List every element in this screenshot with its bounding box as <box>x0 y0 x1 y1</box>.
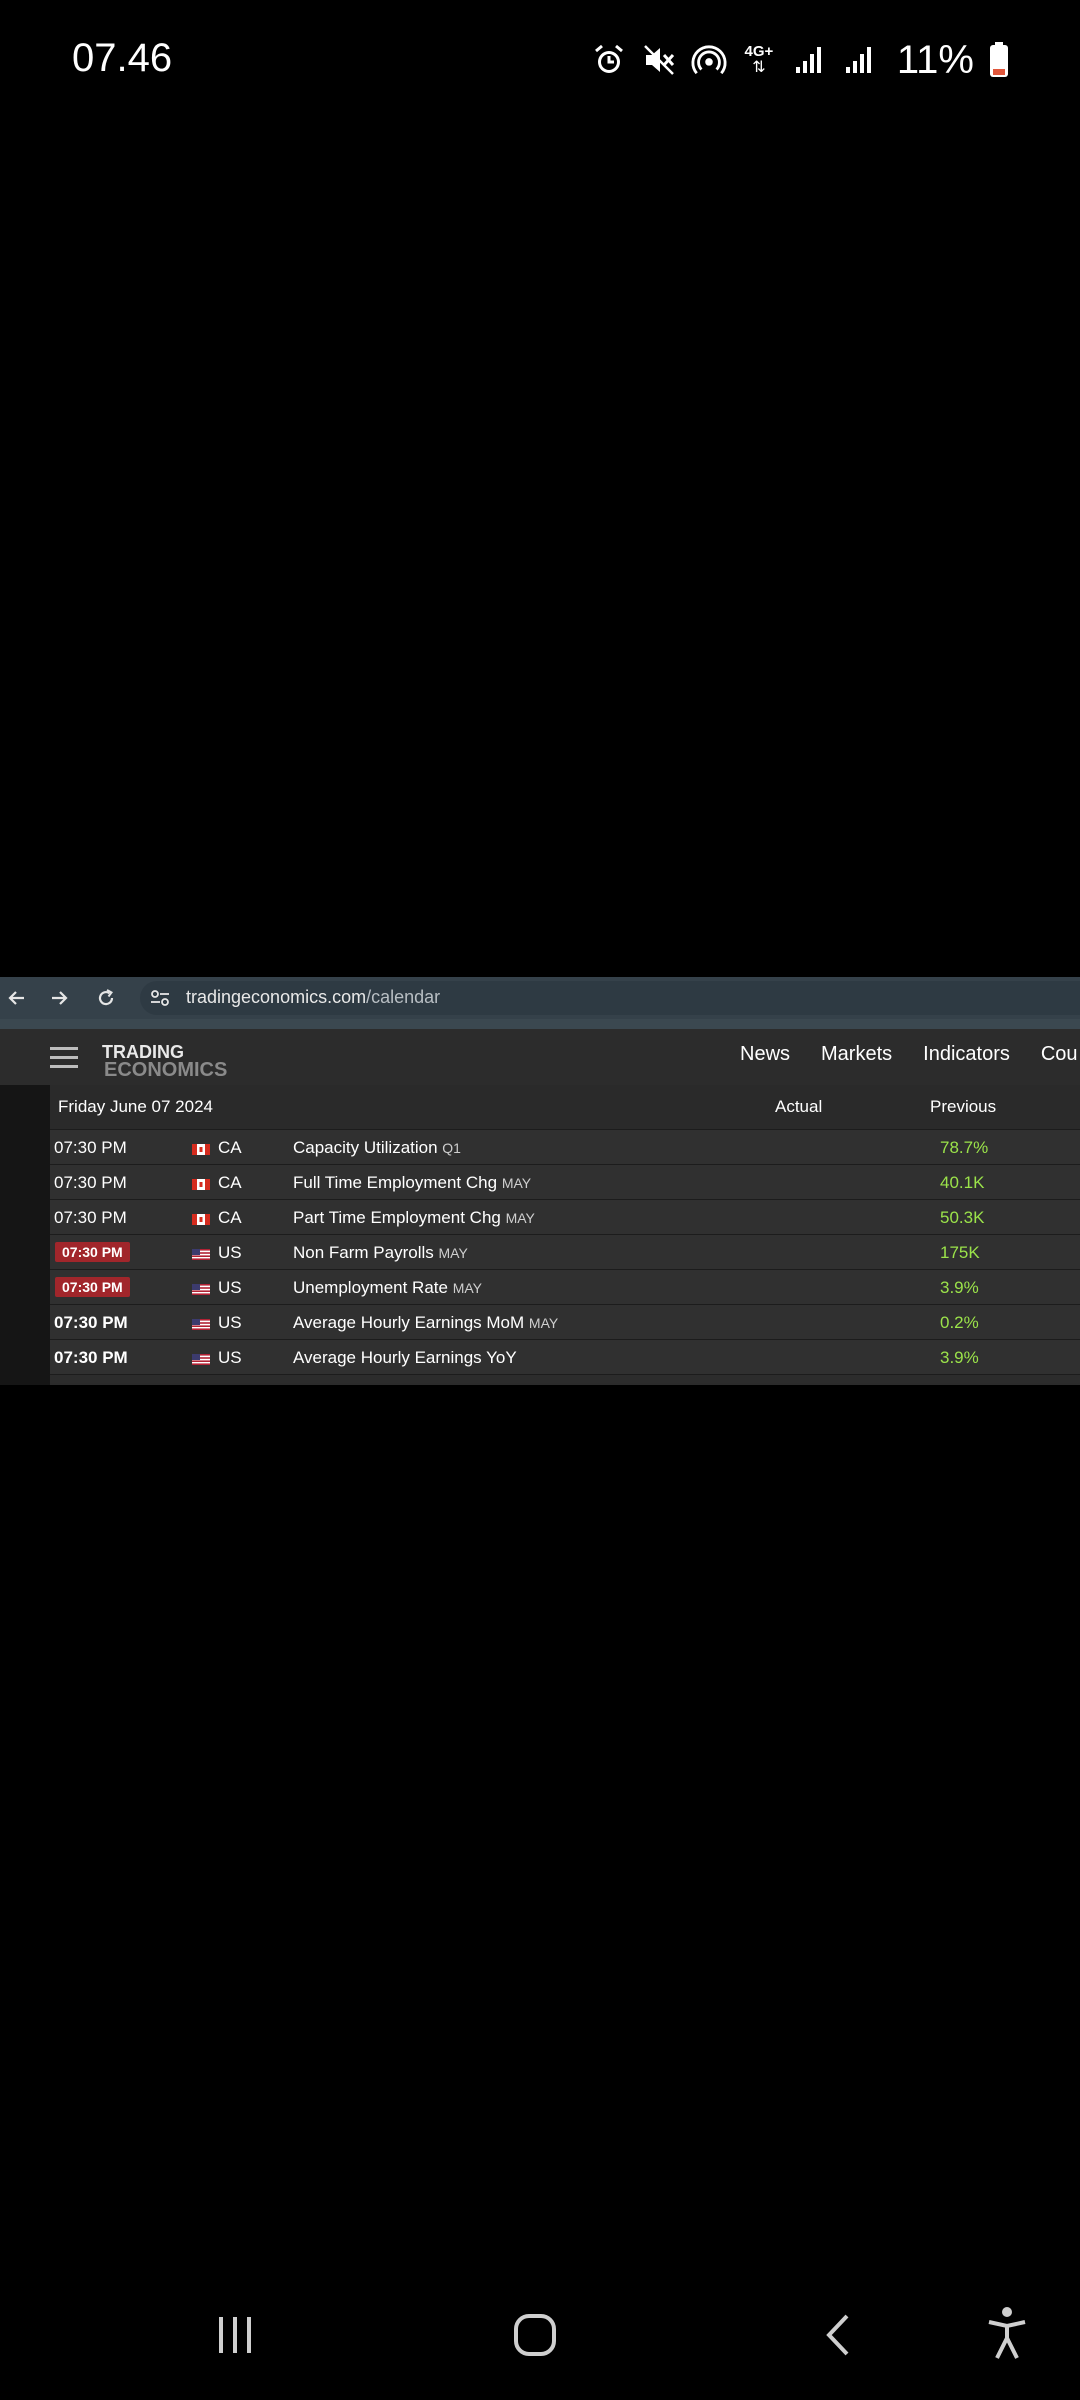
site-settings-icon[interactable] <box>146 984 174 1012</box>
event-name[interactable]: Capacity Utilization Q1 <box>293 1138 461 1158</box>
flag-us-icon <box>192 1282 210 1295</box>
battery-icon <box>988 40 1010 80</box>
event-time: 07:30 PM <box>54 1138 127 1157</box>
event-title: Capacity Utilization <box>293 1138 438 1157</box>
flag-us-icon <box>192 1317 210 1330</box>
event-time: 07:30 PM <box>54 1173 127 1192</box>
event-country: US <box>218 1278 242 1297</box>
event-title: Part Time Employment Chg <box>293 1208 501 1227</box>
event-previous: 175K <box>940 1243 980 1262</box>
battery-percent: 11% <box>896 37 974 82</box>
event-previous: 78.7% <box>940 1138 989 1157</box>
event-name[interactable]: Non Farm Payrolls MAY <box>293 1243 468 1263</box>
table-row[interactable]: 07:30 PM US Non Farm Payrolls MAY 175K <box>50 1234 1080 1269</box>
column-previous: Previous <box>930 1097 997 1116</box>
signal-icon-2 <box>841 40 877 80</box>
event-time: 07:30 PM <box>54 1208 127 1227</box>
table-row[interactable]: 07:30 PM US Average Hourly Earnings YoY 3.… <box>50 1339 1080 1374</box>
navigation-bar <box>0 2270 1080 2400</box>
event-reference: MAY <box>528 1315 559 1331</box>
event-country: CA <box>218 1208 242 1227</box>
event-time: 07:30 PM <box>55 1242 130 1262</box>
calendar-date: Friday June 07 2024 <box>58 1097 213 1116</box>
flag-us-icon <box>192 1352 210 1365</box>
event-country: CA <box>218 1138 242 1157</box>
network-4g-icon: 4G+ ⇅ <box>744 42 774 76</box>
reload-icon[interactable] <box>91 983 121 1013</box>
site-logo[interactable]: TRADING ECONOMICS <box>102 1043 228 1081</box>
menu-icon[interactable] <box>50 1047 78 1069</box>
event-name[interactable]: Part Time Employment Chg MAY <box>293 1208 535 1228</box>
back-icon[interactable] <box>1 983 31 1013</box>
event-country: US <box>218 1348 242 1367</box>
signal-icon-1 <box>791 40 827 80</box>
browser-toolbar: tradingeconomics.com/calendar <box>0 977 1080 1019</box>
alarm-icon <box>591 40 627 80</box>
event-reference: MAY <box>501 1175 532 1191</box>
status-time: 07.46 <box>72 36 173 80</box>
accessibility-icon[interactable] <box>982 2306 1032 2360</box>
event-previous: 50.3K <box>940 1208 985 1227</box>
toolbar-divider <box>0 1019 1080 1029</box>
event-previous: 40.1K <box>940 1173 985 1192</box>
event-title: Non Farm Payrolls <box>293 1243 434 1262</box>
table-row[interactable]: 07:30 PM US Unemployment Rate MAY 3.9% <box>50 1269 1080 1304</box>
calendar-table: 07:30 PM CA Capacity Utilization Q1 78.7% 07… <box>50 1129 1080 1383</box>
event-reference: MAY <box>452 1280 483 1296</box>
hotspot-icon <box>691 40 727 80</box>
url-text[interactable]: tradingeconomics.com/calendar <box>186 987 440 1008</box>
flag-canada-icon <box>192 1212 210 1225</box>
mute-icon <box>641 40 677 80</box>
top-nav: News Markets Indicators Cou <box>740 1043 1078 1066</box>
event-reference: Q1 <box>442 1140 461 1156</box>
event-country: US <box>218 1243 242 1262</box>
flag-us-icon <box>192 1247 210 1260</box>
table-row[interactable]: 07:30 PM CA Capacity Utilization Q1 78.7% <box>50 1129 1080 1164</box>
status-bar: 07.46 4G+ ⇅ 11% <box>0 0 1080 120</box>
recent-apps-icon[interactable] <box>210 2310 260 2360</box>
event-country: CA <box>218 1173 242 1192</box>
back-nav-icon[interactable] <box>818 2310 858 2360</box>
event-title: Average Hourly Earnings MoM <box>293 1313 525 1332</box>
event-previous: 0.2% <box>940 1313 979 1332</box>
event-title: Full Time Employment Chg <box>293 1173 498 1192</box>
event-previous: 3.9% <box>940 1278 979 1297</box>
logo-line2: ECONOMICS <box>104 1059 228 1081</box>
event-time: 07:30 PM <box>54 1348 128 1367</box>
nav-indicators[interactable]: Indicators <box>923 1043 1010 1066</box>
event-title: Average Hourly Earnings YoY <box>293 1348 517 1367</box>
network-label: 4G+ <box>744 42 774 60</box>
nav-countries[interactable]: Cou <box>1041 1043 1078 1066</box>
nav-markets[interactable]: Markets <box>821 1043 892 1066</box>
url-path: /calendar <box>366 987 441 1007</box>
nav-news[interactable]: News <box>740 1043 790 1066</box>
table-row[interactable]: 07:30 PM CA Part Time Employment Chg MAY 50… <box>50 1199 1080 1234</box>
flag-canada-icon <box>192 1177 210 1190</box>
event-reference: MAY <box>505 1210 535 1226</box>
forward-icon[interactable] <box>45 983 75 1013</box>
event-country: US <box>218 1313 242 1332</box>
table-footer <box>50 1374 1080 1383</box>
browser-window: tradingeconomics.com/calendar TRADING EC… <box>0 977 1080 1385</box>
event-reference: MAY <box>438 1245 468 1261</box>
site-header: TRADING ECONOMICS News Markets Indicator… <box>0 1029 1080 1085</box>
event-name[interactable]: Full Time Employment Chg MAY <box>293 1173 531 1193</box>
event-previous: 3.9% <box>940 1348 979 1367</box>
column-actual: Actual <box>775 1097 823 1116</box>
event-name[interactable]: Average Hourly Earnings YoY <box>293 1348 517 1368</box>
flag-canada-icon <box>192 1142 210 1155</box>
event-title: Unemployment Rate <box>293 1278 448 1297</box>
status-icons: 4G+ ⇅ 11% <box>591 36 1010 84</box>
event-name[interactable]: Average Hourly Earnings MoM MAY <box>293 1313 558 1333</box>
calendar-header: Friday June 07 2024 Actual Previous <box>50 1085 1080 1130</box>
home-icon[interactable] <box>510 2310 560 2360</box>
table-row[interactable]: 07:30 PM US Average Hourly Earnings MoM MA… <box>50 1304 1080 1339</box>
table-row[interactable]: 07:30 PM CA Full Time Employment Chg MAY 40… <box>50 1164 1080 1199</box>
event-time: 07:30 PM <box>55 1277 130 1297</box>
url-host: tradingeconomics.com <box>186 987 367 1007</box>
event-name[interactable]: Unemployment Rate MAY <box>293 1278 482 1298</box>
left-rail <box>0 1085 50 1385</box>
event-time: 07:30 PM <box>54 1313 128 1332</box>
